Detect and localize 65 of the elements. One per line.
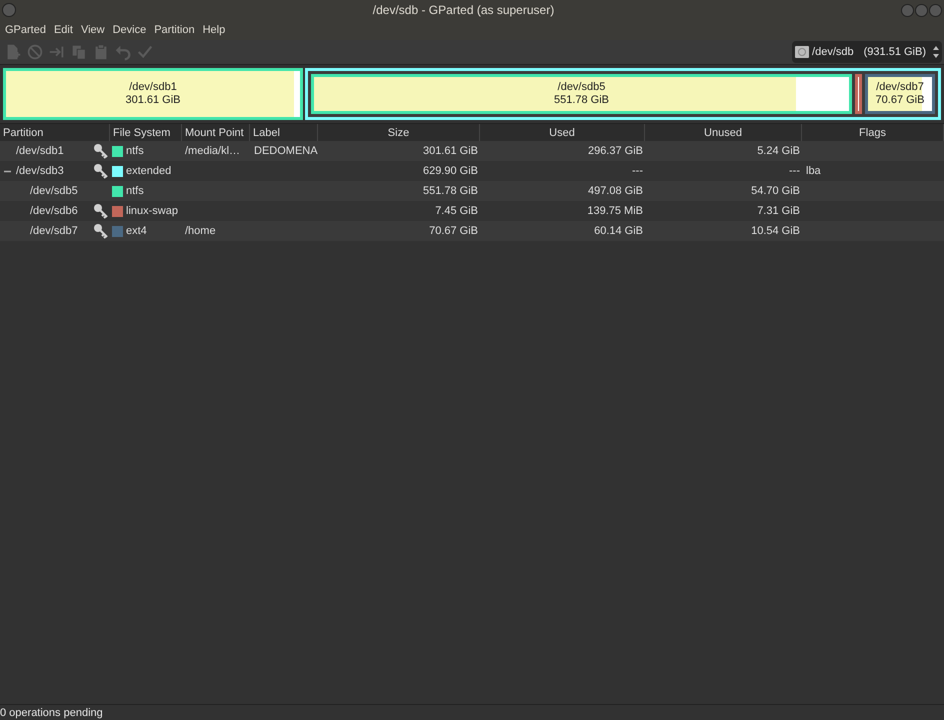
maximize-button[interactable]: [915, 4, 928, 16]
delete-icon: [26, 43, 44, 61]
partition-block[interactable]: /dev/sdb5 551.78 GiB: [311, 74, 852, 114]
partition-name: /dev/sdb7: [876, 81, 924, 94]
partition-path: /dev/sdb5: [30, 184, 78, 199]
window-title: /dev/sdb - GParted (as superuser): [372, 2, 554, 19]
filesystem-name: ntfs: [126, 144, 144, 159]
filesystem-name: linux-swap: [126, 204, 178, 219]
spinner-arrows-icon: [932, 45, 940, 59]
partition-name: /dev/sdb5: [558, 81, 606, 94]
copy-icon: [70, 43, 88, 61]
partition-path: /dev/sdb3: [16, 164, 64, 179]
unused-cell: ---: [789, 164, 800, 177]
partition-path: /dev/sdb6: [30, 204, 78, 219]
size-cell: 301.61 GiB: [422, 144, 478, 157]
filesystem-name: extended: [126, 164, 172, 179]
partition-label: DEDOMENA: [254, 144, 318, 157]
filesystem-name: ntfs: [126, 184, 144, 199]
used-cell: 139.75 MiB: [587, 204, 643, 217]
partition-block[interactable]: /dev/sdb1 301.61 GiB: [3, 68, 303, 120]
menu-item[interactable]: Edit: [50, 22, 76, 38]
partition-block[interactable]: [855, 74, 862, 114]
partition-row[interactable]: /dev/sdb7 ext4 /home 70.67 GiB 60.14 GiB 10.54 GiB: [0, 221, 944, 241]
unused-cell: 7.31 GiB: [757, 204, 800, 217]
unused-cell: 10.54 GiB: [751, 224, 800, 237]
menu-item[interactable]: Partition: [151, 22, 198, 38]
unused-cell: 5.24 GiB: [757, 144, 800, 157]
partition-size: 70.67 GiB: [876, 94, 924, 107]
extended-partition-block[interactable]: /dev/sdb5 551.78 GiB /dev/sdb7 70.67 GiB: [305, 68, 941, 120]
mount-point: /home: [185, 224, 216, 237]
partition-row[interactable]: /dev/sdb1 ntfs /media/kl… DEDOMENA 301.61 GiB 296.37 GiB 5.24 GiB: [0, 141, 944, 161]
mount-point: /media/kl…: [185, 144, 240, 157]
partition-name: /dev/sdb1: [129, 81, 177, 94]
menu-item[interactable]: Device: [110, 22, 150, 38]
partition-block[interactable]: /dev/sdb7 70.67 GiB: [865, 74, 935, 114]
menu-item[interactable]: View: [78, 22, 108, 38]
size-cell: 551.78 GiB: [422, 184, 478, 197]
used-cell: 296.37 GiB: [588, 144, 643, 157]
partition-path: /dev/sdb1: [16, 144, 64, 159]
size-cell: 7.45 GiB: [435, 204, 478, 217]
key-icon: [93, 203, 109, 219]
partition-row[interactable]: /dev/sdb5 ntfs 551.78 GiB 497.08 GiB 54.70 GiB: [0, 181, 944, 201]
key-icon: [93, 223, 109, 239]
undo-icon: [114, 43, 132, 61]
partition-size: 301.61 GiB: [125, 94, 181, 107]
device-selector[interactable]: /dev/sdb (931.51 GiB): [792, 41, 942, 63]
size-cell: 629.90 GiB: [422, 164, 478, 177]
size-cell: 70.67 GiB: [429, 224, 478, 237]
key-icon: [93, 163, 109, 179]
window-menu-icon[interactable]: [2, 3, 16, 17]
filesystem-name: ext4: [126, 224, 147, 239]
used-cell: ---: [632, 164, 643, 177]
flags-cell: lba: [806, 164, 821, 177]
check-icon: [136, 43, 154, 61]
key-icon: [93, 143, 109, 159]
minimize-button[interactable]: [901, 4, 914, 16]
unused-cell: 54.70 GiB: [751, 184, 800, 197]
partition-size: 551.78 GiB: [554, 94, 610, 107]
partition-path: /dev/sdb7: [30, 224, 78, 239]
status-text: 0 operations pending: [0, 706, 103, 720]
menu-item[interactable]: Help: [200, 22, 228, 38]
close-button[interactable]: [929, 4, 942, 16]
used-cell: 60.14 GiB: [594, 224, 643, 237]
menu-item[interactable]: GParted: [2, 22, 49, 38]
used-cell: 497.08 GiB: [588, 184, 643, 197]
